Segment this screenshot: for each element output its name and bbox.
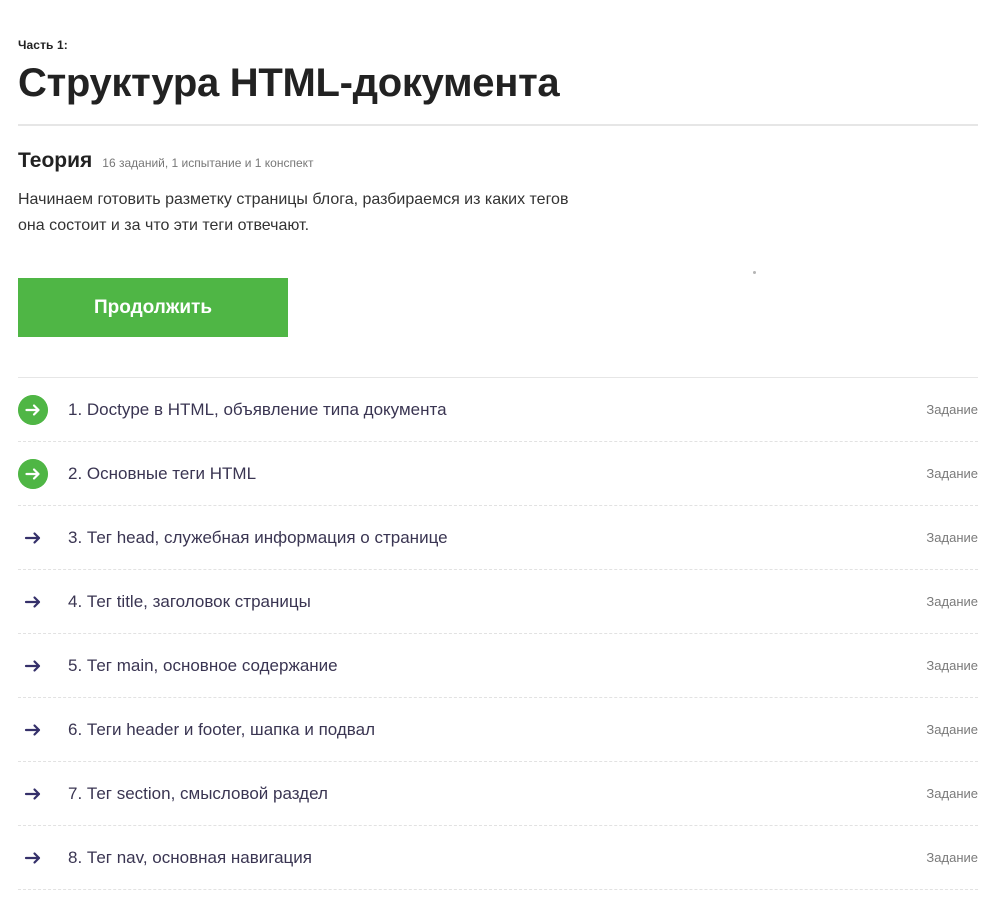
task-row[interactable]: 6. Теги header и footer, шапка и подвал …: [18, 698, 978, 762]
task-title: 3. Тег head, служебная информация о стра…: [68, 528, 448, 547]
arrow-right-icon: [18, 779, 48, 809]
task-title: 4. Тег title, заголовок страницы: [68, 592, 311, 611]
page-title: Структура HTML-документа: [18, 61, 560, 105]
arrow-right-icon: [18, 715, 48, 745]
section-header: Теория 16 заданий, 1 испытание и 1 консп…: [18, 149, 314, 173]
task-row[interactable]: 1. Doctype в HTML, объявление типа докум…: [18, 378, 978, 442]
task-row[interactable]: 2. Основные теги HTML Задание: [18, 442, 978, 506]
title-divider: [18, 124, 978, 126]
task-row[interactable]: 5. Тег main, основное содержание Задание: [18, 634, 978, 698]
task-type: Задание: [926, 850, 978, 865]
section-meta: 16 заданий, 1 испытание и 1 конспект: [102, 156, 314, 170]
task-title: 6. Теги header и footer, шапка и подвал: [68, 720, 375, 739]
task-list: 1. Doctype в HTML, объявление типа докум…: [18, 378, 978, 890]
task-type: Задание: [926, 594, 978, 609]
section-title: Теория: [18, 149, 93, 172]
part-label: Часть 1:: [18, 38, 68, 52]
task-type: Задание: [926, 658, 978, 673]
task-title: 8. Тег nav, основная навигация: [68, 848, 312, 867]
task-type: Задание: [926, 786, 978, 801]
section-description: Начинаем готовить разметку страницы блог…: [18, 191, 569, 234]
task-row[interactable]: 8. Тег nav, основная навигация Задание: [18, 826, 978, 890]
task-type: Задание: [926, 530, 978, 545]
task-type: Задание: [926, 722, 978, 737]
task-type: Задание: [926, 402, 978, 417]
task-title: 7. Тег section, смысловой раздел: [68, 784, 328, 803]
arrow-right-icon: [18, 523, 48, 553]
arrow-right-icon: [18, 843, 48, 873]
task-title: 1. Doctype в HTML, объявление типа докум…: [68, 400, 447, 419]
task-title: 2. Основные теги HTML: [68, 464, 257, 483]
arrow-right-circle-icon: [18, 395, 48, 425]
task-row[interactable]: 4. Тег title, заголовок страницы Задание: [18, 570, 978, 634]
task-row[interactable]: 3. Тег head, служебная информация о стра…: [18, 506, 978, 570]
arrow-right-icon: [18, 587, 48, 617]
decorative-dot: [753, 271, 756, 274]
arrow-right-circle-icon: [18, 459, 48, 489]
task-type: Задание: [926, 466, 978, 481]
arrow-right-icon: [18, 651, 48, 681]
continue-button[interactable]: Продолжить: [18, 278, 288, 337]
task-row[interactable]: 7. Тег section, смысловой раздел Задание: [18, 762, 978, 826]
task-title: 5. Тег main, основное содержание: [68, 656, 338, 675]
